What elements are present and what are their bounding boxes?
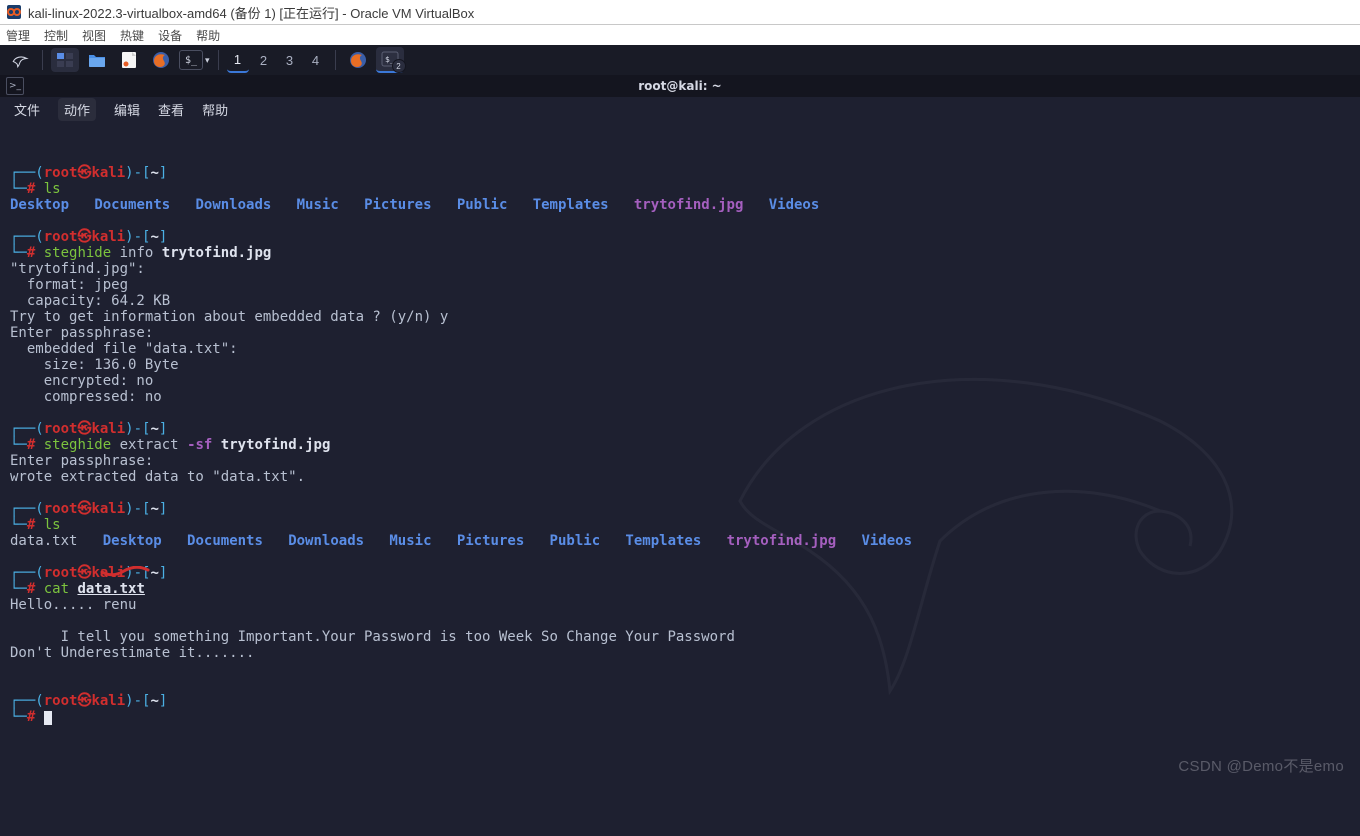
output-line: Try to get information about embedded da…: [10, 309, 448, 325]
prompt-path: ~: [150, 165, 158, 181]
output-line: wrote extracted data to "data.txt".: [10, 469, 305, 485]
arg-file: trytofind.jpg: [221, 437, 331, 453]
vb-menu-devices[interactable]: 设备: [158, 27, 182, 44]
kali-dragon-watermark: [660, 241, 1300, 721]
ls-dir: Music: [389, 533, 431, 549]
terminal-window-icon: >_: [6, 77, 24, 95]
cmd-ls: ls: [44, 181, 61, 197]
taskbar-separator: [335, 50, 336, 70]
ls-dir: Pictures: [364, 197, 431, 213]
ls-dir: Public: [550, 533, 601, 549]
vb-menu-control[interactable]: 控制: [44, 27, 68, 44]
term-menu-help[interactable]: 帮助: [202, 100, 228, 119]
term-menu-actions[interactable]: 动作: [58, 98, 96, 121]
ls-dir: Videos: [861, 533, 912, 549]
chevron-down-icon[interactable]: ▾: [205, 55, 210, 66]
window-list-icon[interactable]: [51, 48, 79, 72]
text-editor-icon[interactable]: [115, 48, 143, 72]
workspace-1[interactable]: 1: [227, 47, 249, 73]
terminal-running-icon[interactable]: $_ 2: [376, 47, 404, 73]
output-line: embedded file "data.txt":: [10, 341, 238, 357]
arg-info: info: [120, 245, 154, 261]
cmd-cat: cat: [44, 581, 69, 597]
vb-menu-help[interactable]: 帮助: [196, 27, 220, 44]
output-line: Enter passphrase:: [10, 325, 153, 341]
kali-taskbar: $_ ▾ 1 2 3 4 $_ 2: [0, 45, 1360, 75]
prompt-hash: #: [27, 181, 35, 197]
output-line: encrypted: no: [10, 373, 153, 389]
output-line: "trytofind.jpg":: [10, 261, 145, 277]
vb-titlebar[interactable]: kali-linux-2022.3-virtualbox-amd64 (备份 1…: [0, 0, 1360, 25]
firefox-running-icon[interactable]: [344, 48, 372, 72]
ls-file: trytofind.jpg: [634, 197, 744, 213]
workspace-3[interactable]: 3: [279, 48, 301, 72]
cmd-steghide: steghide: [44, 245, 111, 261]
workspace-4[interactable]: 4: [305, 48, 327, 72]
prompt-at: ㉿: [77, 165, 91, 181]
terminal-menubar: 文件 动作 编辑 查看 帮助: [0, 97, 1360, 121]
arg-extract: extract: [120, 437, 179, 453]
term-menu-view[interactable]: 查看: [158, 100, 184, 119]
output-line: Enter passphrase:: [10, 453, 153, 469]
ls-dir: Public: [457, 197, 508, 213]
guest-display: $_ ▾ 1 2 3 4 $_ 2 >_ root@kali: ~ 文: [0, 45, 1360, 836]
virtualbox-window: kali-linux-2022.3-virtualbox-amd64 (备份 1…: [0, 0, 1360, 836]
ls-dir: Videos: [769, 197, 820, 213]
ls-dir: Documents: [94, 197, 170, 213]
ls-dir: Pictures: [457, 533, 524, 549]
vb-app-icon: [6, 4, 22, 20]
firefox-icon[interactable]: [147, 48, 175, 72]
arg-file: data.txt: [77, 581, 144, 597]
ls-dir: Downloads: [195, 197, 271, 213]
vb-menu-hotkeys[interactable]: 热键: [120, 27, 144, 44]
vb-menu-view[interactable]: 视图: [82, 27, 106, 44]
ls-dir: Templates: [625, 533, 701, 549]
ls-dir: Templates: [533, 197, 609, 213]
vb-menu-manage[interactable]: 管理: [6, 27, 30, 44]
cmd-steghide: steghide: [44, 437, 111, 453]
output-line: capacity: 64.2 KB: [10, 293, 170, 309]
ls-file: trytofind.jpg: [727, 533, 837, 549]
output-line: format: jpeg: [10, 277, 128, 293]
vb-menubar: 管理 控制 视图 热键 设备 帮助: [0, 25, 1360, 45]
term-menu-edit[interactable]: 编辑: [114, 100, 140, 119]
ls-dir: Downloads: [288, 533, 364, 549]
ls-dir: Desktop: [10, 197, 69, 213]
ls-plain: data.txt: [10, 533, 77, 549]
ls-dir: Music: [297, 197, 339, 213]
prompt-host: kali: [91, 165, 125, 181]
terminal-output[interactable]: ┌──(root㉿kali)-[~] └─# ls Desktop Docume…: [0, 121, 1360, 783]
prompt-close: ]: [159, 165, 167, 181]
arg-flag: -sf: [187, 437, 212, 453]
csdn-watermark: CSDN @Demo不是emo: [1178, 759, 1344, 775]
terminal-icon[interactable]: $_: [179, 50, 203, 70]
output-line: compressed: no: [10, 389, 162, 405]
ls-dir: Desktop: [103, 533, 162, 549]
prompt-corner2: └─: [10, 181, 27, 197]
output-line: Hello..... renu: [10, 597, 136, 613]
term-menu-file[interactable]: 文件: [14, 100, 40, 119]
terminal-window-title: root@kali: ~: [638, 79, 721, 93]
vb-window-title: kali-linux-2022.3-virtualbox-amd64 (备份 1…: [28, 3, 474, 22]
terminal-dropdown[interactable]: $_ ▾: [179, 50, 210, 70]
output-line: I tell you something Important.Your Pass…: [10, 629, 735, 645]
annotation-underline: [100, 566, 150, 578]
cmd-ls: ls: [44, 517, 61, 533]
files-icon[interactable]: [83, 48, 111, 72]
badge-count: 2: [392, 59, 406, 73]
output-line: Don't Underestimate it.......: [10, 645, 254, 661]
prompt-bracket: )-[: [125, 165, 150, 181]
workspace-2[interactable]: 2: [253, 48, 275, 72]
ls-dir: Documents: [187, 533, 263, 549]
output-line: size: 136.0 Byte: [10, 357, 179, 373]
taskbar-separator: [42, 50, 43, 70]
prompt-corner: ┌──(: [10, 165, 44, 181]
prompt-user: root: [44, 165, 78, 181]
kali-menu-icon[interactable]: [6, 48, 34, 72]
arg-file: trytofind.jpg: [162, 245, 272, 261]
cursor: [44, 711, 52, 725]
terminal-titlebar[interactable]: >_ root@kali: ~: [0, 75, 1360, 97]
taskbar-separator: [218, 50, 219, 70]
